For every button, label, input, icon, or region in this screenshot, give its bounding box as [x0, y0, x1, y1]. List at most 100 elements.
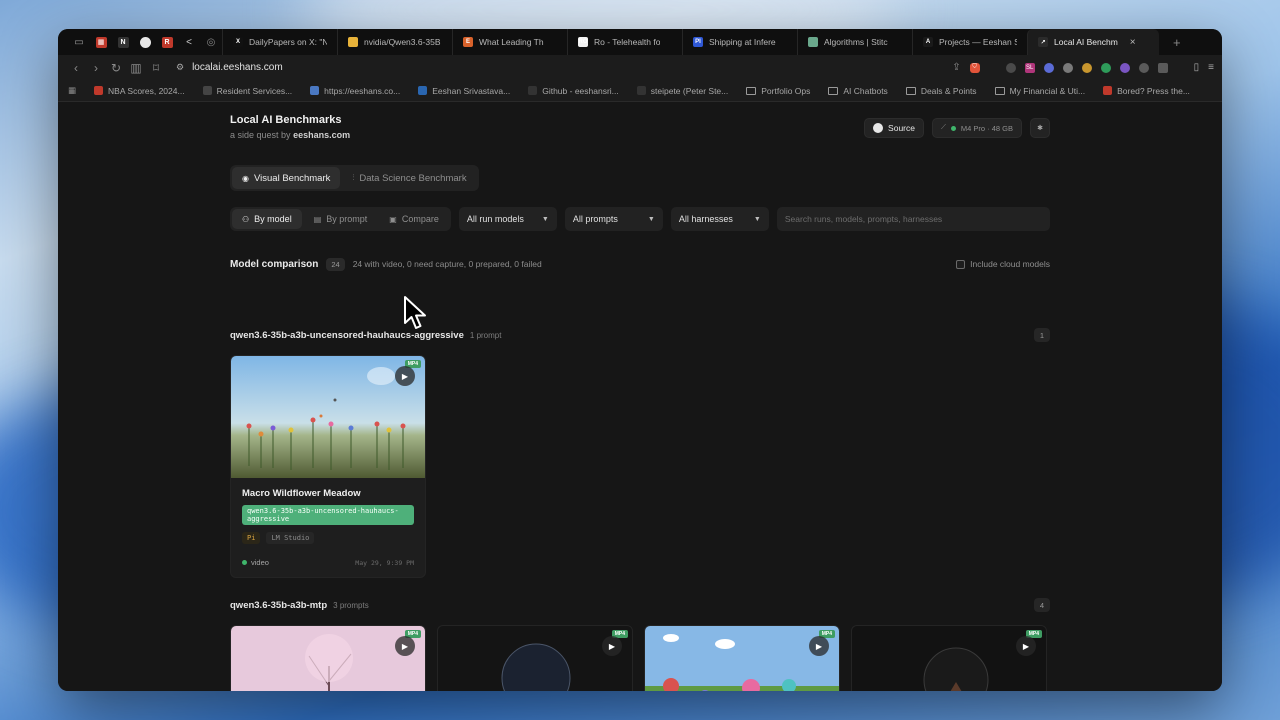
bookmark-item[interactable]: steipete (Peter Ste...: [636, 86, 728, 96]
url-field[interactable]: ⚙ localai.eeshans.com: [176, 62, 283, 73]
favicon-icon: [808, 37, 818, 47]
group-prompt-count: 3 prompts: [333, 600, 369, 610]
browser-tab[interactable]: ↗ Local AI Benchm ×: [1027, 29, 1159, 55]
group-run-count: 4: [1034, 598, 1050, 612]
search-input[interactable]: [784, 214, 1042, 224]
run-card[interactable]: MP4 ▶: [230, 625, 426, 691]
pinned-tab-share[interactable]: <: [178, 29, 200, 55]
prompts-select[interactable]: All prompts ▼: [564, 207, 663, 231]
view-tab[interactable]: ⚇ By model: [232, 209, 302, 229]
subtitle-link[interactable]: eeshans.com: [293, 130, 350, 140]
pinned-tab-news[interactable]: N: [112, 29, 134, 55]
bookmark-icon[interactable]: ⌑: [146, 61, 166, 75]
sidebar-toggle-icon[interactable]: ▭: [68, 29, 90, 55]
favicon-icon: [418, 86, 428, 95]
bookmark-label: Resident Services...: [216, 85, 293, 96]
play-icon[interactable]: ▶: [395, 636, 415, 656]
benchmark-tab[interactable]: ◉ Visual Benchmark: [232, 167, 341, 189]
bookmark-item[interactable]: https://eeshans.co...: [310, 86, 400, 96]
extension-icon[interactable]: [1119, 62, 1130, 73]
extension-icon[interactable]: [1005, 62, 1016, 73]
bookmark-item[interactable]: Bored? Press the...: [1103, 86, 1190, 96]
snow-globe-thumbnail-art: [438, 626, 632, 691]
wallet-icon[interactable]: [1157, 62, 1168, 73]
site-settings-icon[interactable]: ⚙: [176, 62, 184, 73]
play-icon[interactable]: ▶: [1016, 636, 1036, 656]
menu-icon[interactable]: ≡: [1208, 62, 1214, 73]
play-icon[interactable]: ▶: [809, 636, 829, 656]
share-icon[interactable]: ⇪: [952, 62, 960, 73]
extension-icon[interactable]: [1081, 62, 1092, 73]
run-models-select[interactable]: All run models ▼: [458, 207, 557, 231]
run-card[interactable]: MP4 ▶: [644, 625, 840, 691]
run-card[interactable]: MP4 ▶: [851, 625, 1047, 691]
group-model-name: qwen3.6-35b-a3b-mtp: [230, 599, 328, 611]
browser-tab[interactable]: PI Shipping at Infere: [682, 29, 797, 55]
browser-tab-label: Ro - Telehealth fo: [594, 37, 661, 47]
back-icon[interactable]: ‹: [66, 61, 86, 75]
video-thumbnail[interactable]: MP4 ▶: [231, 626, 425, 691]
harnesses-select[interactable]: All harnesses ▼: [670, 207, 769, 231]
bookmark-label: Portfolio Ops: [761, 85, 811, 96]
video-thumbnail[interactable]: MP4 ▶: [852, 626, 1046, 691]
compare-icon: ▣: [389, 214, 397, 224]
browser-tab[interactable]: Algorithms | Stitc: [797, 29, 912, 55]
browser-tab[interactable]: RO Ro - Telehealth fo: [567, 29, 682, 55]
video-thumbnail[interactable]: MP4 ▶: [645, 626, 839, 691]
model-group-header[interactable]: qwen3.6-35b-a3b-mtp 3 prompts 4: [230, 598, 1050, 612]
bookmark-item[interactable]: Github - eeshansri...: [528, 86, 619, 96]
video-thumbnail[interactable]: MP4 ▶: [438, 626, 632, 691]
include-cloud-toggle[interactable]: Include cloud models: [956, 259, 1050, 269]
include-cloud-checkbox[interactable]: [956, 259, 966, 269]
bookmark-folder[interactable]: My Financial & Uti...: [994, 86, 1085, 96]
play-icon[interactable]: ▶: [602, 636, 622, 656]
bookmark-item[interactable]: NBA Scores, 2024...: [94, 86, 185, 96]
browser-tab[interactable]: nvidia/Qwen3.6-35B: [337, 29, 452, 55]
forward-icon[interactable]: ›: [86, 61, 106, 75]
browser-tab[interactable]: A Projects — Eeshan S: [912, 29, 1027, 55]
eye-icon: ◉: [242, 173, 249, 183]
bookmark-folder[interactable]: Deals & Points: [905, 86, 977, 96]
benchmark-tab[interactable]: ⫶ Data Science Benchmark: [342, 167, 476, 189]
run-card[interactable]: MP4 ▶: [437, 625, 633, 691]
bookmark-folder[interactable]: AI Chatbots: [828, 86, 888, 96]
pinned-tab-globe[interactable]: ◎: [200, 29, 222, 55]
apps-grid-icon[interactable]: ▦: [68, 85, 76, 96]
run-card[interactable]: MP4 ▶ Macro Wildflower Meadow qwen3.6-35…: [230, 355, 426, 578]
chart-icon: ⫶: [352, 173, 355, 182]
puzzle-icon[interactable]: [1138, 62, 1149, 73]
browser-tab[interactable]: E What Leading Th: [452, 29, 567, 55]
bookmark-folder[interactable]: Portfolio Ops: [746, 86, 810, 96]
favicon-icon: A: [923, 37, 933, 47]
pinned-tab-red[interactable]: R: [156, 29, 178, 55]
source-button[interactable]: Source: [864, 118, 924, 138]
split-view-icon[interactable]: ▥: [126, 61, 146, 75]
theme-toggle-button[interactable]: ✱: [1030, 118, 1050, 138]
play-icon[interactable]: ▶: [395, 366, 415, 386]
browser-tab[interactable]: X DailyPapers on X: "N: [222, 29, 337, 55]
group-prompt-count: 1 prompt: [469, 330, 502, 340]
view-tab[interactable]: ▤ By prompt: [304, 209, 378, 229]
bookmark-item[interactable]: Eeshan Srivastava...: [418, 86, 510, 96]
close-tab-icon[interactable]: ×: [1130, 37, 1136, 48]
view-tab-label: Compare: [401, 214, 439, 224]
model-group-header[interactable]: qwen3.6-35b-a3b-uncensored-hauhaucs-aggr…: [230, 328, 1050, 342]
extension-icon[interactable]: [1100, 62, 1111, 73]
extension-icon[interactable]: [1062, 62, 1073, 73]
folder-icon: [746, 86, 757, 95]
extension-icon[interactable]: SL: [1024, 62, 1035, 73]
pinned-tab-github[interactable]: [134, 29, 156, 55]
video-thumbnail[interactable]: MP4 ▶: [231, 356, 425, 478]
extension-icon[interactable]: [1043, 62, 1054, 73]
sidebar-panel-icon[interactable]: ▯: [1194, 62, 1200, 73]
view-tab[interactable]: ▣ Compare: [379, 209, 449, 229]
subtitle-prefix: a side quest by: [230, 130, 291, 140]
pinned-tab-calendar[interactable]: ▦: [90, 29, 112, 55]
reload-icon[interactable]: ↻: [106, 61, 126, 75]
new-tab-button[interactable]: +: [1173, 35, 1181, 50]
brave-shield-icon[interactable]: ⛉: [969, 62, 980, 73]
favicon-icon: [94, 86, 104, 95]
harness-tag: Pi: [242, 532, 261, 544]
favicon-icon: [202, 86, 212, 95]
bookmark-item[interactable]: Resident Services...: [202, 85, 293, 96]
